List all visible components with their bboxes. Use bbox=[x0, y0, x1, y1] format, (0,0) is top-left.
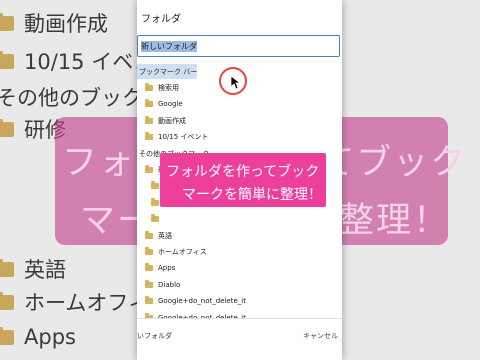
folder-tree-item[interactable] bbox=[137, 212, 164, 227]
folder-icon bbox=[145, 132, 153, 141]
folder-icon bbox=[151, 197, 159, 206]
cancel-button[interactable]: キャンセル bbox=[303, 331, 338, 341]
folder-tree-item[interactable]: Apps bbox=[137, 261, 175, 276]
folder-icon bbox=[151, 181, 159, 190]
folder-name-value: 新しいフォルダ bbox=[141, 40, 197, 52]
folder-tree-label: Google bbox=[158, 100, 183, 109]
folder-icon bbox=[145, 279, 153, 288]
folder-tree-item[interactable]: 英語 bbox=[137, 228, 172, 243]
folder-tree-item[interactable]: 10/15 イベント bbox=[137, 130, 208, 145]
folder-tree-label: Google+do_not_delete_it bbox=[158, 297, 246, 306]
bg-item-label: Apps bbox=[24, 325, 76, 349]
folder-tree-item[interactable]: ブックマーク バー bbox=[137, 64, 198, 79]
dialog-footer: いフォルダ キャンセル bbox=[137, 318, 342, 360]
folder-icon bbox=[145, 263, 153, 272]
folder-icon bbox=[145, 230, 153, 239]
folder-icon bbox=[145, 82, 153, 91]
folder-tree-item[interactable]: 動画作成 bbox=[137, 113, 186, 128]
folder-tree-label: Diablo bbox=[158, 280, 181, 289]
folder-tree-label: ホームオフィス bbox=[158, 247, 207, 256]
bg-item-label: 動画作成 bbox=[24, 12, 108, 36]
folder-icon bbox=[145, 164, 153, 173]
folder-icon bbox=[0, 12, 14, 31]
folder-icon bbox=[145, 296, 153, 305]
folder-icon bbox=[151, 214, 159, 223]
folder-tree-label: Apps bbox=[158, 264, 176, 273]
folder-tree-item[interactable]: 検索用 bbox=[137, 80, 179, 95]
folder-name-input[interactable]: 新しいフォルダ bbox=[137, 35, 340, 57]
folder-icon bbox=[0, 326, 14, 345]
folder-tree-label: 動画作成 bbox=[158, 116, 186, 125]
folder-icon bbox=[0, 50, 14, 69]
folder-icon bbox=[145, 115, 153, 124]
mouse-pointer-icon bbox=[231, 76, 241, 90]
folder-tree-label: 英語 bbox=[158, 231, 172, 240]
folder-icon bbox=[0, 258, 14, 277]
folder-icon bbox=[145, 246, 153, 255]
folder-tree-label: ブックマーク バー bbox=[139, 67, 198, 76]
folder-tree-item[interactable]: ホームオフィス bbox=[137, 244, 207, 259]
caption-line2: マークを簡単に整理！ bbox=[182, 187, 322, 203]
dialog-title: フォルダ bbox=[141, 14, 181, 25]
folder-tree-item[interactable]: Google bbox=[137, 97, 183, 112]
bg-item-label: 英語 bbox=[24, 258, 66, 282]
caption-overlay: フォルダを作ってブック マークを簡単に整理！ bbox=[160, 153, 326, 207]
folder-icon bbox=[145, 99, 153, 108]
bg-list-item: 動画作成 bbox=[0, 8, 108, 38]
bg-list-item: Apps bbox=[0, 322, 76, 352]
new-folder-button[interactable]: いフォルダ bbox=[137, 331, 172, 341]
folder-tree-item[interactable]: Google+do_not_delete_it bbox=[137, 294, 246, 309]
folder-tree-label: 検索用 bbox=[158, 83, 179, 92]
caption-line1: フォルダを作ってブック bbox=[166, 164, 320, 180]
folder-icon bbox=[0, 118, 14, 137]
folder-tree-label: 10/15 イベント bbox=[158, 133, 209, 142]
folder-icon bbox=[0, 291, 14, 310]
folder-tree-item[interactable]: Diablo bbox=[137, 277, 180, 292]
bg-list-item: 英語 bbox=[0, 254, 66, 284]
